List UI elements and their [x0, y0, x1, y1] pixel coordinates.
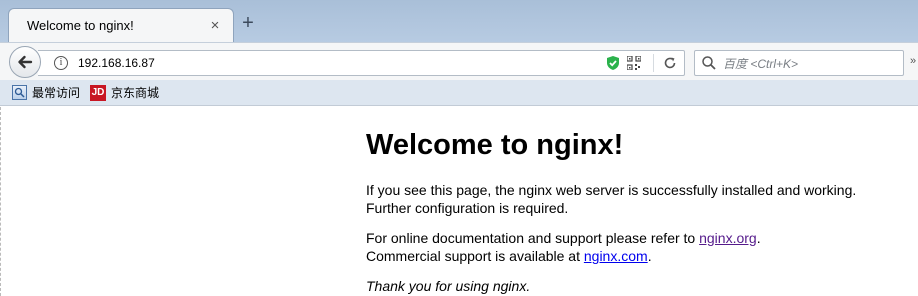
nginx-org-link[interactable]: nginx.org [699, 230, 757, 246]
reload-icon[interactable] [662, 55, 678, 71]
bookmarks-bar: 最常访问 JD 京东商城 [0, 80, 918, 106]
search-icon [702, 56, 716, 70]
intro-line-2: Further configuration is required. [366, 200, 569, 216]
bookmark-jd[interactable]: JD 京东商城 [90, 84, 159, 101]
nginx-welcome-article: Welcome to nginx! If you see this page, … [366, 127, 906, 296]
docs-prefix: For online documentation and support ple… [366, 230, 700, 246]
search-placeholder: 百度 <Ctrl+K> [723, 56, 799, 71]
tab-title: Welcome to nginx! [27, 18, 134, 33]
commercial-prefix: Commercial support is available at [366, 248, 584, 264]
tab-strip: Welcome to nginx! × + [0, 0, 918, 42]
url-text[interactable]: 192.168.16.87 [78, 56, 605, 70]
bookmark-label: 京东商城 [111, 86, 160, 100]
page-heading: Welcome to nginx! [366, 129, 624, 161]
search-bar[interactable]: 百度 <Ctrl+K> [694, 50, 904, 76]
shield-icon[interactable] [605, 55, 621, 71]
content-edge [0, 107, 3, 296]
commercial-suffix: . [647, 248, 652, 264]
jd-icon: JD [90, 84, 107, 101]
tab-welcome[interactable]: Welcome to nginx! × [8, 8, 234, 42]
nav-bar: i 192.168.16.87 百度 <Ctrl+K> » [0, 42, 918, 80]
info-icon[interactable]: i [54, 56, 68, 70]
address-bar[interactable]: i 192.168.16.87 [38, 50, 685, 76]
frequent-icon [12, 85, 27, 100]
thanks-text: Thank you for using nginx. [366, 278, 531, 294]
support-paragraph: For online documentation and support ple… [366, 229, 906, 265]
intro-paragraph: If you see this page, the nginx web serv… [366, 181, 906, 217]
overflow-chevron-icon[interactable]: » [910, 55, 918, 69]
qr-code-icon[interactable] [627, 56, 641, 70]
back-button[interactable] [9, 46, 41, 78]
nginx-com-link[interactable]: nginx.com [584, 248, 648, 264]
docs-suffix: . [756, 230, 761, 246]
back-arrow-icon [18, 55, 33, 69]
url-separator [653, 54, 654, 72]
new-tab-button[interactable]: + [238, 13, 258, 34]
page-content: Welcome to nginx! If you see this page, … [0, 107, 918, 296]
bookmark-label: 最常访问 [32, 86, 81, 100]
bookmark-frequent[interactable]: 最常访问 [12, 84, 80, 101]
close-tab-icon[interactable]: × [207, 17, 223, 34]
intro-line-1: If you see this page, the nginx web serv… [366, 182, 857, 198]
